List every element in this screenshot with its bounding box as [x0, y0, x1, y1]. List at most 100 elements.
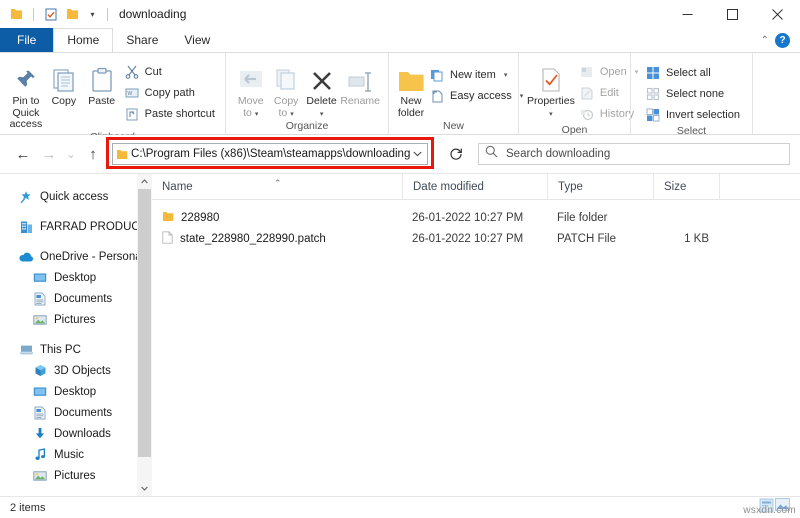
- invert-selection-icon: [645, 107, 661, 123]
- sidebar-label: Downloads: [54, 427, 111, 440]
- rename-icon: [347, 60, 373, 93]
- scrollbar-track[interactable]: [137, 189, 152, 481]
- paste-shortcut-label: Paste shortcut: [144, 107, 215, 120]
- forward-button[interactable]: →: [36, 141, 62, 167]
- pin-to-quick-access-button[interactable]: Pin to Quick access: [7, 58, 45, 131]
- copy-path-icon: W: [124, 85, 140, 101]
- caret-down-icon-4[interactable]: ▾: [504, 71, 508, 79]
- sidebar-label: Documents: [54, 406, 113, 419]
- easy-access-button[interactable]: Easy access ▾: [426, 85, 526, 106]
- caret-down-icon-3[interactable]: ▾: [320, 111, 324, 118]
- select-all-button[interactable]: Select all: [642, 62, 743, 83]
- table-row[interactable]: state_228980_228990.patch 26-01-2022 10:…: [152, 228, 800, 249]
- rename-button[interactable]: Rename: [339, 58, 381, 108]
- file-name-cell[interactable]: state_228980_228990.patch: [152, 230, 402, 247]
- tab-share[interactable]: Share: [113, 28, 171, 52]
- delete-line1: Delete: [306, 95, 337, 107]
- back-button[interactable]: ←: [10, 141, 36, 167]
- caret-down-icon[interactable]: ▾: [255, 111, 259, 118]
- search-input[interactable]: Search downloading: [506, 148, 610, 160]
- sidebar-item-music[interactable]: Music: [0, 444, 152, 465]
- copy-to-button[interactable]: Copy to ▾: [268, 58, 303, 120]
- caret-down-icon-2[interactable]: ▾: [290, 111, 294, 118]
- sidebar-label: Pictures: [54, 469, 96, 482]
- nav-pane-scrollbar[interactable]: [137, 174, 152, 496]
- column-header-size[interactable]: Size: [653, 174, 719, 200]
- sidebar-item-downloads[interactable]: Downloads: [0, 423, 152, 444]
- business-icon: [18, 219, 34, 235]
- copy-path-button[interactable]: W Copy path: [121, 82, 218, 103]
- copy-label: Copy: [51, 95, 77, 107]
- select-all-label: Select all: [666, 66, 711, 79]
- up-button[interactable]: ↑: [80, 141, 106, 167]
- tab-home[interactable]: Home: [53, 28, 114, 52]
- close-icon[interactable]: [755, 0, 800, 28]
- scrollbar-thumb[interactable]: [138, 189, 151, 457]
- search-box[interactable]: Search downloading: [478, 143, 790, 165]
- sidebar-item-pc-documents[interactable]: Documents: [0, 402, 152, 423]
- refresh-button[interactable]: [444, 142, 468, 166]
- properties-icon[interactable]: [42, 6, 59, 23]
- properties-button[interactable]: Properties ▾: [526, 58, 576, 119]
- table-row[interactable]: 228980 26-01-2022 10:27 PM File folder: [152, 207, 800, 228]
- cut-button[interactable]: Cut: [121, 61, 218, 82]
- ribbon: Pin to Quick access Copy Paste Cut W Cop…: [0, 52, 800, 143]
- move-to-button[interactable]: Move to ▾: [233, 58, 268, 120]
- copy-button[interactable]: Copy: [45, 58, 83, 108]
- file-list-pane: Name ⌃ Date modified Type Size 228980 26…: [152, 174, 800, 496]
- chevron-up-icon[interactable]: ⌃: [761, 35, 769, 46]
- sidebar-item-onedrive-desktop[interactable]: Desktop: [0, 267, 152, 288]
- documents-icon: [32, 405, 48, 421]
- new-item-button[interactable]: New item ▾: [426, 64, 526, 85]
- downloads-icon: [32, 426, 48, 442]
- paste-label: Paste: [88, 95, 116, 107]
- sidebar-label: This PC: [40, 343, 81, 356]
- sidebar-item-onedrive-personal[interactable]: OneDrive - Personal: [0, 246, 152, 267]
- sidebar-item-farrad-production[interactable]: FARRAD PRODUCTION: [0, 216, 152, 237]
- new-folder-icon[interactable]: [64, 6, 81, 23]
- rename-label: Rename: [340, 95, 381, 107]
- item-count-label: 2 items: [10, 501, 46, 514]
- sidebar-item-3d-objects[interactable]: 3D Objects: [0, 360, 152, 381]
- caret-down-icon-6[interactable]: ▾: [549, 111, 553, 118]
- folder-icon[interactable]: [8, 6, 25, 23]
- recent-locations-button[interactable]: ⌄: [62, 141, 80, 167]
- column-header-date-modified[interactable]: Date modified: [402, 174, 547, 200]
- sidebar-item-pc-desktop[interactable]: Desktop: [0, 381, 152, 402]
- minimize-icon[interactable]: [665, 0, 710, 28]
- column-header-name[interactable]: Name ⌃: [152, 174, 402, 200]
- tab-file[interactable]: File: [0, 28, 54, 52]
- select-none-button[interactable]: Select none: [642, 83, 743, 104]
- column-header-type[interactable]: Type: [547, 174, 653, 200]
- search-icon: [485, 145, 498, 163]
- sidebar-item-this-pc[interactable]: This PC: [0, 339, 152, 360]
- maximize-icon[interactable]: [710, 0, 755, 28]
- customize-caret-icon[interactable]: ▾: [86, 6, 99, 23]
- tab-view[interactable]: View: [171, 28, 223, 52]
- clipboard-small-buttons: Cut W Copy path Paste shortcut: [121, 58, 218, 124]
- paste-button[interactable]: Paste: [83, 58, 121, 108]
- sidebar-item-onedrive-documents[interactable]: Documents: [0, 288, 152, 309]
- scroll-down-icon[interactable]: [137, 481, 152, 496]
- paste-shortcut-button[interactable]: Paste shortcut: [121, 103, 218, 124]
- delete-button[interactable]: Delete ▾: [304, 58, 339, 119]
- edit-icon: [579, 85, 595, 101]
- scroll-up-icon[interactable]: [137, 174, 152, 189]
- scissors-icon: [124, 64, 140, 80]
- documents-icon: [32, 291, 48, 307]
- file-icon: [162, 230, 173, 247]
- open-label: Open: [599, 65, 627, 78]
- new-folder-button[interactable]: New folder: [396, 58, 426, 119]
- music-icon: [32, 447, 48, 463]
- sidebar-item-onedrive-pictures[interactable]: Pictures: [0, 309, 152, 330]
- help-icon[interactable]: ?: [775, 32, 790, 48]
- svg-text:W: W: [127, 91, 132, 97]
- invert-selection-button[interactable]: Invert selection: [642, 104, 743, 125]
- copy-path-label: Copy path: [144, 86, 195, 99]
- sidebar-item-pc-pictures[interactable]: Pictures: [0, 465, 152, 486]
- sidebar-gap-3: [0, 330, 152, 339]
- copy-to-label: Copy to ▾: [274, 95, 299, 120]
- sidebar-label: Desktop: [54, 385, 97, 398]
- sidebar-item-quick-access[interactable]: Quick access: [0, 186, 152, 207]
- file-name-cell[interactable]: 228980: [152, 211, 402, 225]
